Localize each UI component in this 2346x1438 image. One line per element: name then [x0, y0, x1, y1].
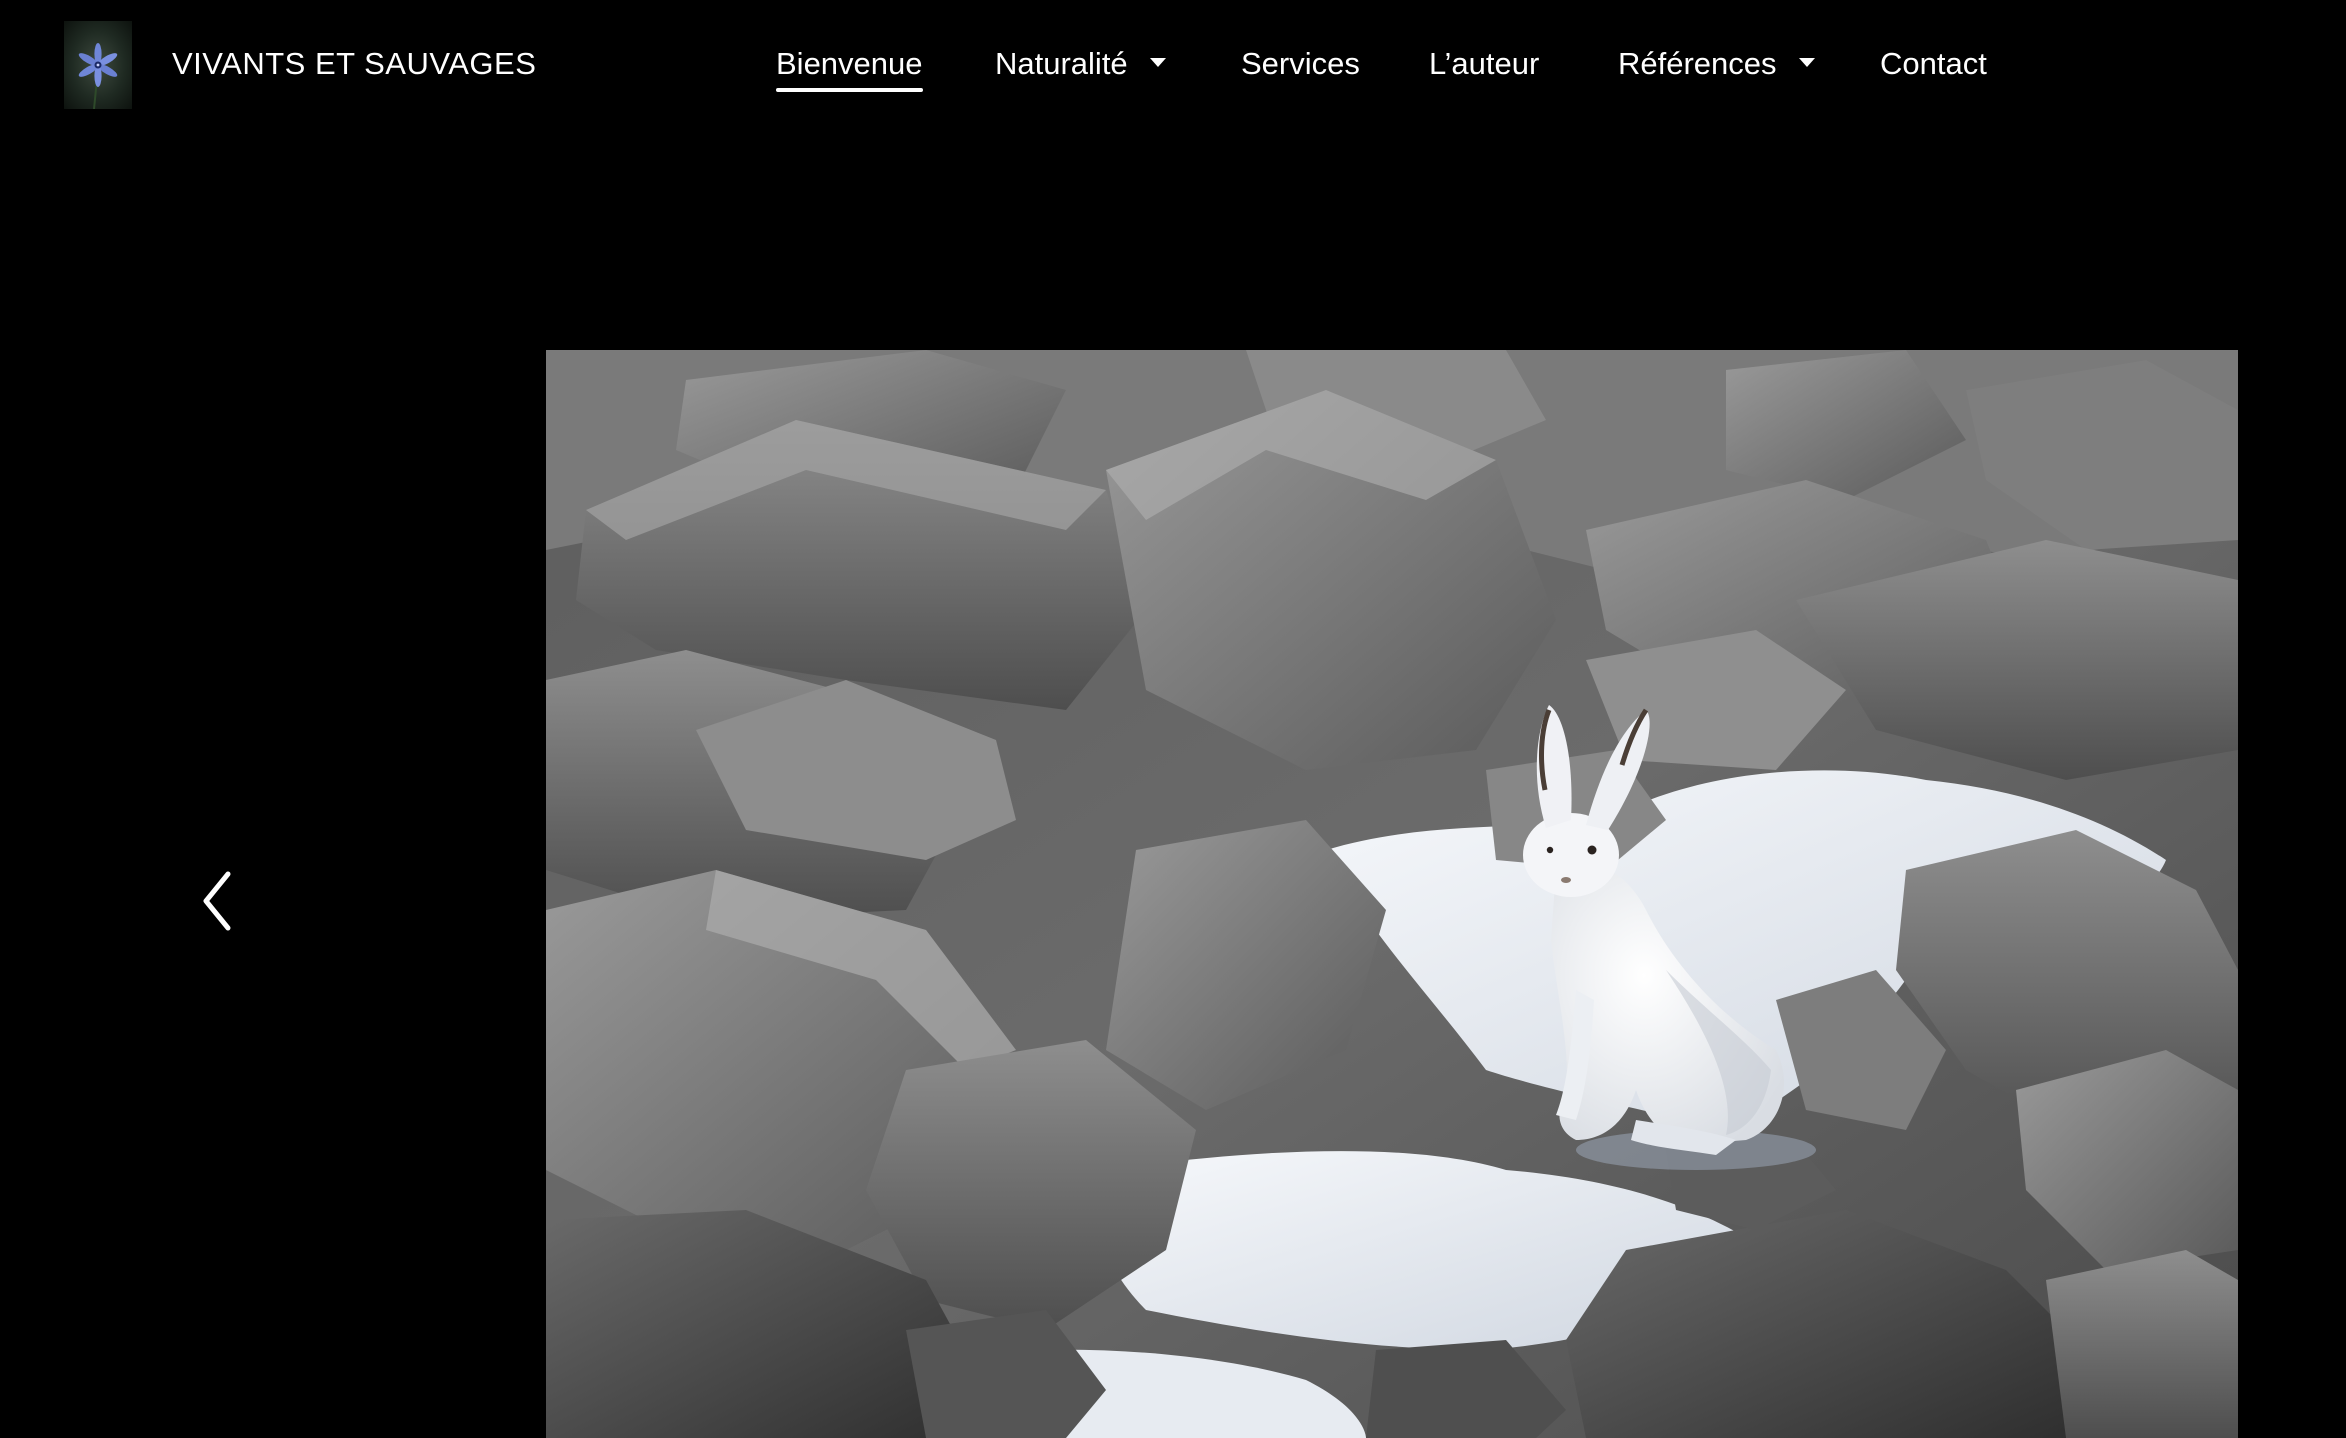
nav-item-label: Contact	[1880, 46, 1987, 81]
nav-item-references[interactable]: Références	[1618, 42, 1815, 94]
main-nav: Bienvenue Naturalité Services L’auteur R…	[0, 0, 2346, 130]
nav-item-naturalite[interactable]: Naturalité	[995, 42, 1166, 94]
nav-item-label: L’auteur	[1429, 46, 1540, 81]
nav-item-label: Naturalité	[995, 46, 1128, 81]
nav-item-contact[interactable]: Contact	[1880, 42, 1987, 94]
site-header: VIVANTS ET SAUVAGES Bienvenue Naturalité…	[0, 0, 2346, 130]
nav-item-bienvenue[interactable]: Bienvenue	[776, 42, 923, 94]
white-hare-on-snowy-rocks-photo	[546, 350, 2238, 1438]
slide-photo	[546, 350, 2238, 1438]
active-underline	[776, 88, 923, 92]
nav-item-services[interactable]: Services	[1241, 42, 1360, 94]
nav-item-label: Services	[1241, 46, 1360, 81]
nav-item-label: Références	[1618, 46, 1777, 81]
caret-down-icon[interactable]	[1149, 58, 1166, 68]
nav-item-lauteur[interactable]: L’auteur	[1429, 42, 1539, 94]
caret-down-icon[interactable]	[1798, 58, 1815, 68]
nav-item-label: Bienvenue	[776, 46, 923, 81]
slider-prev-button[interactable]	[192, 866, 242, 936]
chevron-left-icon	[203, 871, 231, 931]
page: VIVANTS ET SAUVAGES Bienvenue Naturalité…	[0, 0, 2346, 1438]
